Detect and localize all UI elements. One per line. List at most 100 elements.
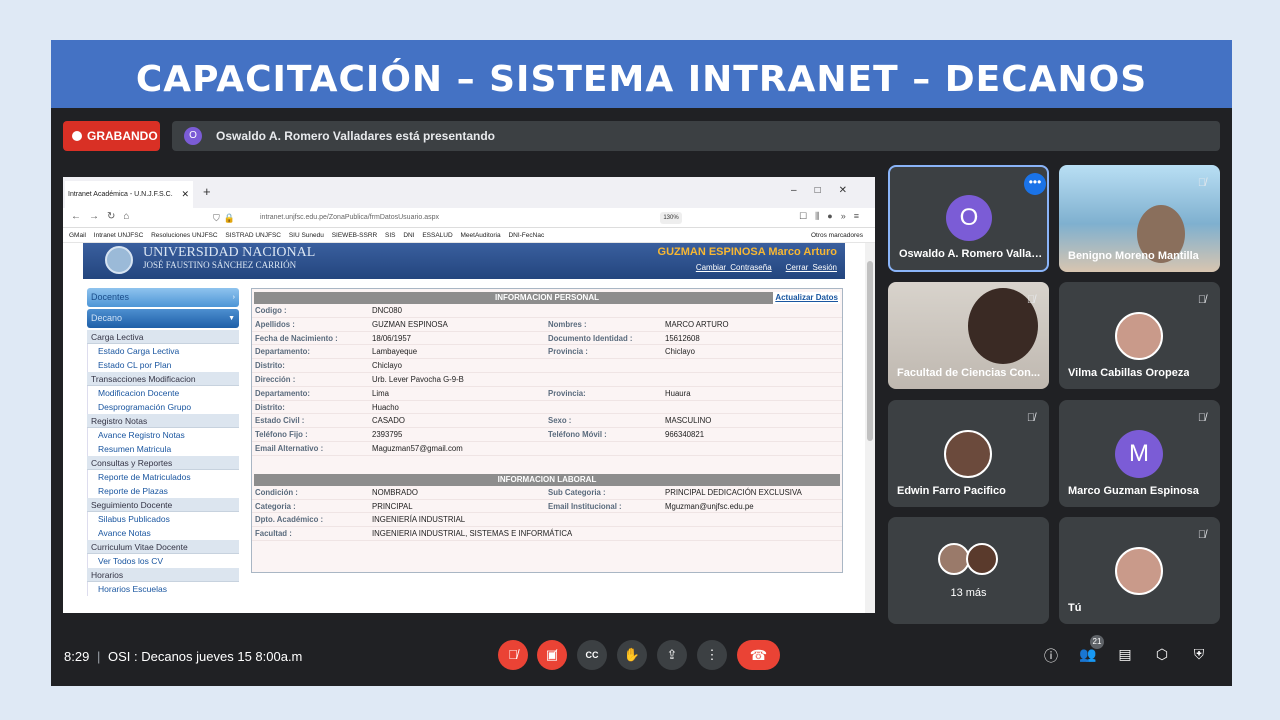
menu-item[interactable]: Estado CL por Plan — [87, 358, 239, 372]
info-label: Estado Civil : — [255, 416, 305, 426]
info-value: PRINCIPAL DEDICACIÓN EXCLUSIVA — [665, 487, 802, 497]
personal-info-header: INFORMACION PERSONAL Actualizar Datos — [254, 292, 840, 304]
bookmark[interactable]: Intranet UNJFSC — [94, 232, 144, 239]
info-value: Lambayeque — [372, 347, 418, 357]
participant-name: Oswaldo A. Romero Vallad... — [899, 248, 1047, 260]
scroll-thumb[interactable] — [867, 261, 873, 441]
bookmark[interactable]: SISTRAD UNJFSC — [225, 232, 281, 239]
info-value: MARCO ARTURO — [665, 319, 729, 329]
activities-icon[interactable]: ⬡ — [1152, 646, 1172, 663]
info-value: Chiclayo — [372, 361, 402, 371]
participant-tile[interactable]: 🎙̸ Vilma Cabillas Oropeza — [1059, 282, 1220, 389]
participant-tile[interactable]: 🎙̸ Benigno Moreno Mantilla — [1059, 165, 1220, 272]
info-icon[interactable]: ⓘ — [1041, 646, 1061, 666]
update-data-link[interactable]: Actualizar Datos — [773, 292, 840, 304]
side-menu: Docentes › Decano ▼ Carga Lectiva Estado C… — [87, 288, 239, 613]
self-tile[interactable]: 🎙̸ Tú — [1059, 517, 1220, 624]
menu-item[interactable]: Horarios Escuelas — [87, 582, 239, 596]
menu-item[interactable]: Silabus Publicados — [87, 512, 239, 526]
bookmark[interactable]: DNI — [403, 232, 414, 239]
mic-off-icon: 🎙̸ — [1197, 294, 1207, 306]
other-bookmarks[interactable]: Otros marcadores — [811, 228, 863, 243]
info-value: 18/06/1957 — [372, 333, 412, 343]
participant-name: Marco Guzman Espinosa — [1068, 485, 1199, 497]
bookmark[interactable]: SIEWEB-SSRR — [332, 232, 378, 239]
info-label: Condición : — [255, 487, 298, 497]
info-row: Fecha de Nacimiento : 18/06/1957 Documento… — [252, 332, 842, 346]
menu-item[interactable]: Avance Registro Notas — [87, 428, 239, 442]
chevron-right-icon: › — [232, 294, 235, 301]
recording-indicator[interactable]: GRABANDO — [63, 121, 160, 151]
host-controls-icon[interactable]: ⛨ — [1189, 646, 1209, 663]
info-row: Categoria : PRINCIPAL Email Institucional … — [252, 500, 842, 514]
menu-item[interactable]: Estado Carga Lectiva — [87, 344, 239, 358]
participant-avatar: O — [946, 195, 992, 241]
info-label: Dirección : — [255, 374, 296, 384]
toolbar-icons[interactable]: ☐⫼●»≡ — [799, 211, 867, 222]
info-value: PRINCIPAL — [372, 501, 413, 511]
info-label: Distrito: — [255, 361, 285, 371]
zoom-level[interactable]: 130% — [660, 212, 682, 224]
menu-decano[interactable]: Decano ▼ — [87, 309, 239, 328]
bookmark[interactable]: MeetAuditoria — [461, 232, 501, 239]
menu-docentes[interactable]: Docentes › — [87, 288, 239, 307]
info-value: INGENIERIA INDUSTRIAL, SISTEMAS E INFORM… — [372, 529, 573, 539]
info-label: Departamento: — [255, 388, 311, 398]
camera-toggle-icon[interactable]: ▣̸ — [537, 640, 567, 670]
raise-hand-icon[interactable]: ✋ — [617, 640, 647, 670]
menu-decano-label: Decano — [91, 313, 123, 323]
bookmark[interactable]: ESSALUD — [422, 232, 452, 239]
participant-tile[interactable]: 🎙̸ Edwin Farro Pacifico — [888, 400, 1049, 507]
participant-tile[interactable]: M 🎙̸ Marco Guzman Espinosa — [1059, 400, 1220, 507]
more-options-icon[interactable]: ••• — [1024, 173, 1046, 195]
info-label: Nombres : — [548, 319, 587, 329]
menu-item[interactable]: Reporte de Matriculados — [87, 470, 239, 484]
self-name: Tú — [1068, 602, 1082, 614]
chevron-down-icon: ▼ — [228, 315, 235, 322]
menu-item[interactable]: Ver Todos los CV — [87, 554, 239, 568]
browser-tab[interactable]: Intranet Académica - U.N.J.F.S.C. ✕ — [65, 181, 193, 208]
menu-item[interactable]: Reporte de Plazas — [87, 484, 239, 498]
bookmark[interactable]: DNI-FecNac — [508, 232, 544, 239]
logout-link[interactable]: Cerrar Sesión — [786, 263, 837, 272]
info-label: Teléfono Fijo : — [255, 430, 308, 440]
menu-item[interactable]: Resumen Matricula — [87, 442, 239, 456]
url-bar[interactable]: ⛉🔒 intranet.unjfsc.edu.pe/ZonaPublica/fr… — [208, 210, 708, 226]
change-password-link[interactable]: Cambiar Contraseña — [696, 263, 772, 272]
more-options-icon[interactable]: ⋮ — [697, 640, 727, 670]
mic-off-icon: 🎙̸ — [1026, 412, 1036, 424]
bookmark[interactable]: SIU Sunedu — [289, 232, 324, 239]
info-label: Dpto. Académico : — [255, 515, 324, 525]
nav-buttons[interactable]: ←→↻⌂ — [71, 211, 137, 222]
info-row: Distrito: Huacho — [252, 401, 842, 415]
page-scrollbar[interactable] — [865, 243, 875, 613]
close-tab-icon[interactable]: ✕ — [181, 181, 189, 208]
bookmark[interactable]: GMail — [69, 232, 86, 239]
presenter-text: Oswaldo A. Romero Valladares está presen… — [216, 129, 495, 143]
menu-section: Horarios — [87, 568, 239, 582]
menu-item[interactable]: Modificacion Docente — [87, 386, 239, 400]
more-participants-count: 13 más — [950, 587, 987, 599]
participant-tile[interactable]: 🎙̸ Facultad de Ciencias Con... — [888, 282, 1049, 389]
menu-item[interactable]: Desprogramación Grupo — [87, 400, 239, 414]
bookmark[interactable]: Resoluciones UNJFSC — [151, 232, 217, 239]
shield-icon: ⛉🔒 — [213, 213, 239, 223]
info-row: Condición : NOMBRADO Sub Categoria : PRINCI… — [252, 486, 842, 500]
new-tab-icon[interactable]: + — [203, 184, 211, 199]
mic-toggle-icon[interactable]: 🎙̸ — [498, 640, 528, 670]
chat-icon[interactable]: ▤ — [1115, 646, 1135, 663]
mic-off-icon: 🎙̸ — [1026, 294, 1036, 306]
captions-icon[interactable]: CC — [577, 640, 607, 670]
screen-share: Intranet Académica - U.N.J.F.S.C. ✕ + –□✕… — [63, 177, 875, 613]
hang-up-icon[interactable]: ☎ — [737, 640, 780, 670]
present-icon[interactable]: ⇪ — [657, 640, 687, 670]
bookmark[interactable]: SIS — [385, 232, 395, 239]
info-value: INGENIERÍA INDUSTRIAL — [372, 515, 466, 525]
more-participants-tile[interactable]: 13 más — [888, 517, 1049, 624]
info-row: Estado Civil : CASADO Sexo : MASCULINO — [252, 414, 842, 429]
mic-off-icon: 🎙̸ — [1197, 177, 1207, 189]
info-value: 966340821 — [665, 430, 705, 440]
menu-item[interactable]: Avance Notas — [87, 526, 239, 540]
window-controls[interactable]: –□✕ — [791, 185, 865, 196]
participant-tile[interactable]: O ••• Oswaldo A. Romero Vallad... — [888, 165, 1049, 272]
